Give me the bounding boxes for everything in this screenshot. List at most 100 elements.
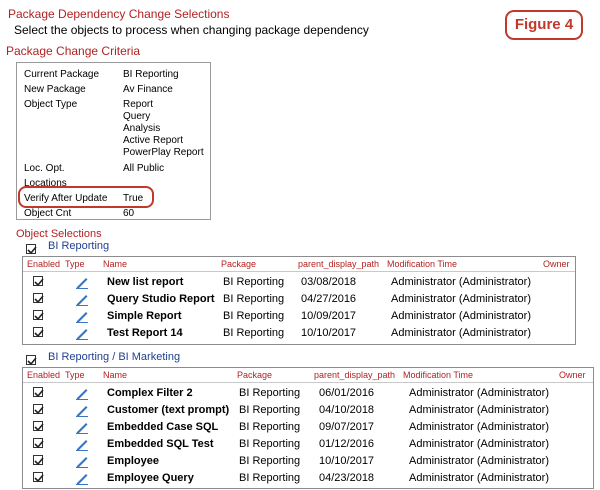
object-type-label: Object Type xyxy=(24,99,78,110)
row-path: 10/09/2017 xyxy=(301,310,357,322)
checkmark-icon xyxy=(34,329,44,338)
row-path: 03/08/2018 xyxy=(301,276,357,288)
report-pencil-icon xyxy=(76,329,88,340)
row-package: BI Reporting xyxy=(239,472,301,484)
report-pencil-icon xyxy=(76,389,88,400)
row-name: Employee Query xyxy=(107,472,194,484)
row-name: Test Report 14 xyxy=(107,327,183,339)
table-row[interactable]: Complex Filter 2 BI Reporting 06/01/2016… xyxy=(23,385,593,401)
table-row[interactable]: Employee Query BI Reporting 04/23/2018 A… xyxy=(23,470,593,486)
table-row[interactable]: Simple Report BI Reporting 10/09/2017 Ad… xyxy=(23,308,575,324)
row-package: BI Reporting xyxy=(239,438,301,450)
row-path: 06/01/2016 xyxy=(319,387,375,399)
row-checkbox[interactable] xyxy=(33,293,44,304)
loc-opt-value: All Public xyxy=(123,163,165,174)
col-mod-time[interactable]: Modification Time xyxy=(387,259,457,269)
criteria-heading: Package Change Criteria xyxy=(6,44,141,58)
object-table-1: Enabled Type Name Package parent_display… xyxy=(22,256,576,345)
row-name: Customer (text prompt) xyxy=(107,404,230,416)
row-package: BI Reporting xyxy=(239,455,301,467)
row-mod-time: Administrator (Administrator) xyxy=(391,276,531,288)
object-cnt-value: 60 xyxy=(123,208,135,219)
row-checkbox[interactable] xyxy=(33,276,44,287)
object-table-2: Enabled Type Name Package parent_display… xyxy=(22,367,594,489)
checkmark-icon xyxy=(27,246,37,255)
report-pencil-icon xyxy=(76,278,88,289)
col-enabled[interactable]: Enabled xyxy=(27,370,60,380)
group-label-bi-reporting: BI Reporting xyxy=(48,240,110,252)
row-mod-time: Administrator (Administrator) xyxy=(409,404,549,416)
row-checkbox[interactable] xyxy=(33,404,44,415)
report-pencil-icon xyxy=(76,312,88,323)
checkbox[interactable] xyxy=(26,244,37,255)
table-row[interactable]: Employee BI Reporting 10/10/2017 Adminis… xyxy=(23,453,593,469)
object-cnt-label: Object Cnt xyxy=(24,208,72,219)
row-package: BI Reporting xyxy=(239,404,301,416)
row-path: 10/10/2017 xyxy=(301,327,357,339)
objects-heading: Object Selections xyxy=(16,228,102,240)
table-row[interactable]: Embedded Case SQL BI Reporting 09/07/201… xyxy=(23,419,593,435)
col-owner[interactable]: Owner xyxy=(543,259,570,269)
row-mod-time: Administrator (Administrator) xyxy=(409,472,549,484)
object-type-list: Report Query Analysis Active Report Powe… xyxy=(123,99,204,159)
checkmark-icon xyxy=(34,474,44,483)
object-type-item: PowerPlay Report xyxy=(123,147,204,158)
report-pencil-icon xyxy=(76,440,88,451)
table-row[interactable]: Customer (text prompt) BI Reporting 04/1… xyxy=(23,402,593,418)
checkmark-icon xyxy=(34,389,44,398)
checkmark-icon xyxy=(34,295,44,304)
row-package: BI Reporting xyxy=(223,310,285,322)
col-path[interactable]: parent_display_path xyxy=(314,370,395,380)
checkmark-icon xyxy=(34,457,44,466)
row-checkbox[interactable] xyxy=(33,455,44,466)
object-type-item: Active Report xyxy=(123,135,184,146)
checkmark-icon xyxy=(34,278,44,287)
row-package: BI Reporting xyxy=(223,293,285,305)
checkmark-icon xyxy=(34,423,44,432)
row-package: BI Reporting xyxy=(223,327,285,339)
report-pencil-icon xyxy=(76,295,88,306)
col-owner[interactable]: Owner xyxy=(559,370,586,380)
checkbox[interactable] xyxy=(26,355,37,366)
table-row[interactable]: New list report BI Reporting 03/08/2018 … xyxy=(23,274,575,290)
col-name[interactable]: Name xyxy=(103,259,127,269)
row-package: BI Reporting xyxy=(223,276,285,288)
current-package-label: Current Package xyxy=(24,69,100,80)
row-name: Complex Filter 2 xyxy=(107,387,193,399)
row-package: BI Reporting xyxy=(239,421,301,433)
row-path: 04/10/2018 xyxy=(319,404,375,416)
checkmark-icon xyxy=(34,406,44,415)
object-type-item: Report xyxy=(123,99,154,110)
report-pencil-icon xyxy=(76,457,88,468)
table-row[interactable]: Query Studio Report BI Reporting 04/27/2… xyxy=(23,291,575,307)
row-name: Embedded Case SQL xyxy=(107,421,219,433)
row-checkbox[interactable] xyxy=(33,310,44,321)
col-mod-time[interactable]: Modification Time xyxy=(403,370,473,380)
row-mod-time: Administrator (Administrator) xyxy=(409,421,549,433)
row-mod-time: Administrator (Administrator) xyxy=(409,455,549,467)
col-type[interactable]: Type xyxy=(65,259,85,269)
col-type[interactable]: Type xyxy=(65,370,85,380)
col-enabled[interactable]: Enabled xyxy=(27,259,60,269)
col-package[interactable]: Package xyxy=(237,370,272,380)
row-name: Simple Report xyxy=(107,310,182,322)
table-row[interactable]: Test Report 14 BI Reporting 10/10/2017 A… xyxy=(23,325,575,341)
verify-highlight xyxy=(18,186,154,208)
row-name: Query Studio Report xyxy=(107,293,215,305)
page-title: Package Dependency Change Selections xyxy=(8,7,230,21)
row-checkbox[interactable] xyxy=(33,327,44,338)
col-name[interactable]: Name xyxy=(103,370,127,380)
col-path[interactable]: parent_display_path xyxy=(298,259,379,269)
col-package[interactable]: Package xyxy=(221,259,256,269)
checkmark-icon xyxy=(34,312,44,321)
row-name: Employee xyxy=(107,455,159,467)
row-checkbox[interactable] xyxy=(33,438,44,449)
row-path: 04/27/2016 xyxy=(301,293,357,305)
row-checkbox[interactable] xyxy=(33,387,44,398)
row-mod-time: Administrator (Administrator) xyxy=(409,438,549,450)
row-checkbox[interactable] xyxy=(33,472,44,483)
table-header: Enabled Type Name Package parent_display… xyxy=(23,257,575,272)
row-checkbox[interactable] xyxy=(33,421,44,432)
table-row[interactable]: Embedded SQL Test BI Reporting 01/12/201… xyxy=(23,436,593,452)
row-mod-time: Administrator (Administrator) xyxy=(391,310,531,322)
